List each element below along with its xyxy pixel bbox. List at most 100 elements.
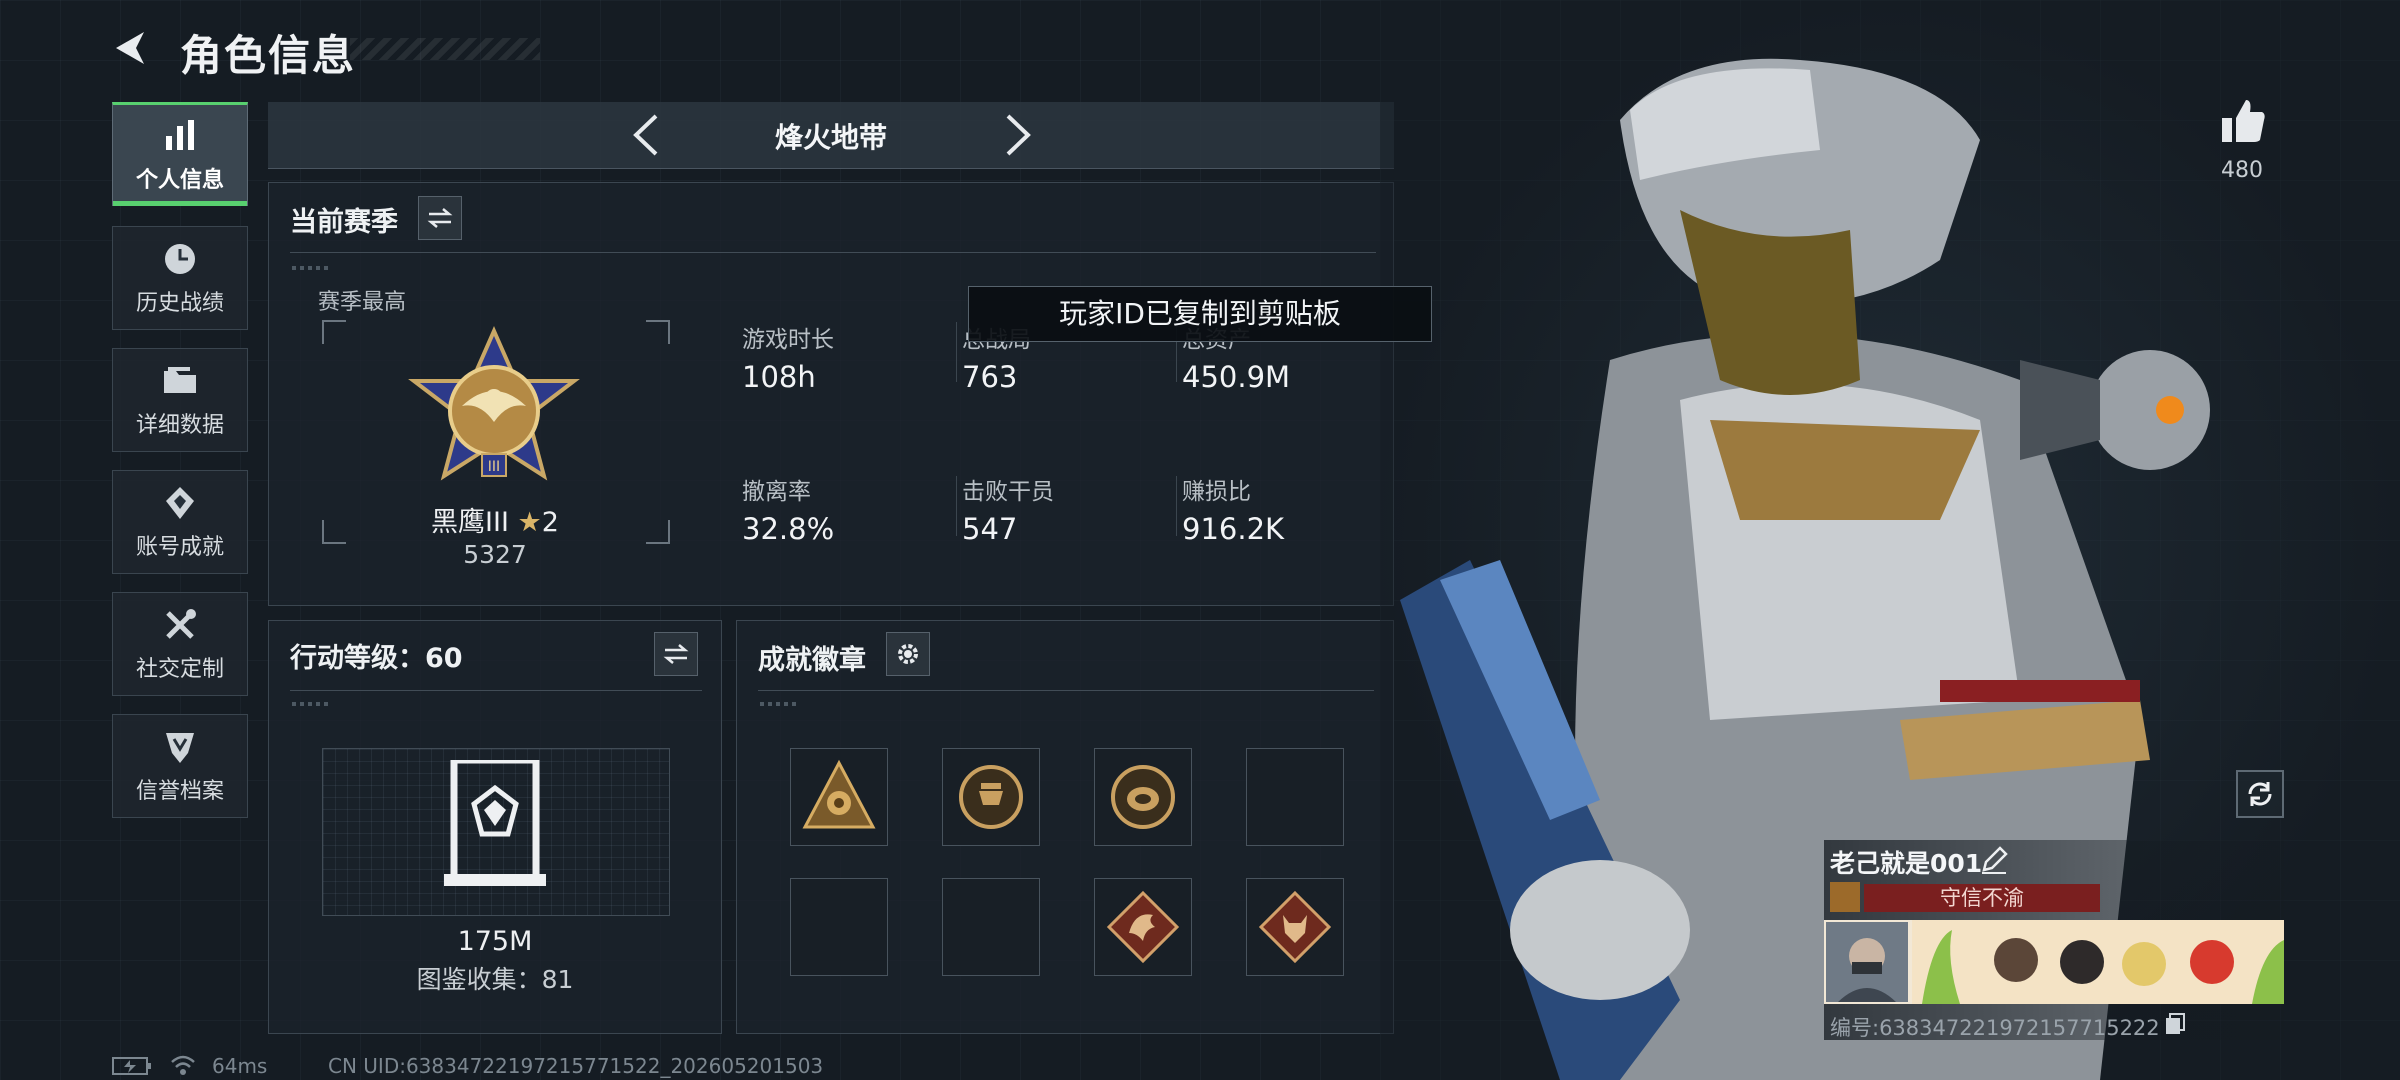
decoration [292,702,332,706]
copy-toast: 玩家ID已复制到剪贴板 [968,286,1432,342]
decoration [292,266,332,270]
frame-corner [646,320,670,344]
bar-chart-icon [166,120,194,150]
stat-label: 击败干员 [962,479,1054,505]
player-name: 老己就是001 [1830,849,1983,878]
collection-case-icon [444,760,546,886]
frame-corner [646,520,670,544]
player-id: 编号:638347221972157715222 [1830,1016,2160,1040]
divider [758,690,1374,691]
reputation-icon [166,733,194,763]
season-switch-button[interactable] [418,196,462,240]
sidebar-item-label: 社交定制 [135,657,224,682]
stat-label: 赚损比 [1182,479,1251,505]
sidebar-item-achievements[interactable]: 账号成就 [112,470,248,574]
badge-slot-empty[interactable] [942,878,1040,976]
badge-slot-empty[interactable] [790,878,888,976]
stat-value: 108h [742,360,816,394]
achievement-icon [166,487,194,519]
collection-value: 175M [457,926,533,957]
rank-stars: 2 [541,507,559,538]
like-count: 480 [2221,158,2263,183]
badge-slot-empty[interactable] [1246,748,1344,846]
badge-slot[interactable] [790,748,888,846]
clock-icon [165,244,195,274]
collection-count: 图鉴收集：81 [416,965,574,994]
sidebar-item-label: 详细数据 [135,413,224,438]
divider [956,322,957,382]
rank-medal-icon: III [408,326,580,481]
avatar-portrait-icon [1838,938,1896,1002]
badge-slot[interactable] [1246,878,1344,976]
thumbs-up-icon[interactable] [2218,96,2268,146]
title-decoration [350,38,540,60]
stat-value: 916.2K [1182,512,1285,546]
season-best-label: 赛季最高 [318,290,407,315]
badge-slot[interactable] [1094,878,1192,976]
badge-round-shell-icon [1111,765,1175,829]
badges-settings-button[interactable] [886,632,930,676]
stat-value: 547 [962,512,1018,546]
sidebar-item-detail-data[interactable]: 详细数据 [112,348,248,452]
frame-corner [322,320,346,344]
decoration [760,702,800,706]
action-level-title: 行动等级：60 [290,643,463,674]
divider [1176,476,1177,536]
swap-icon [663,644,689,664]
uid-text: CN UID:6383472219721577152‌2_20260520150… [328,1054,824,1078]
back-arrow-icon[interactable] [108,26,152,70]
badge-slot[interactable] [1094,748,1192,846]
stat-label: 游戏时长 [742,327,834,353]
divider [956,476,957,536]
sidebar-item-label: 个人信息 [135,168,224,193]
rank-name: 黑鹰III [431,507,509,538]
action-level-switch-button[interactable] [654,632,698,676]
sidebar-item-social-custom[interactable]: 社交定制 [112,592,248,696]
mode-name: 烽火地带 [774,121,887,154]
divider [290,690,702,691]
stat-value: 32.8% [742,512,835,546]
rotate-model-button[interactable] [2236,770,2284,818]
svg-text:III: III [488,459,500,475]
copy-icon[interactable] [2164,1012,2188,1036]
player-banner [1824,920,2284,1004]
ping-value: 64ms [212,1054,268,1078]
sidebar-item-label: 账号成就 [135,535,224,560]
season-title: 当前赛季 [290,207,398,238]
divider [290,252,1376,253]
next-mode-arrow-icon[interactable] [998,112,1038,158]
rank-line: 黑鹰III ★2 [400,500,590,539]
wifi-icon [171,1055,195,1075]
badge-round-mask-icon [959,765,1023,829]
tools-icon [166,609,196,639]
folder-icon [164,367,196,393]
sidebar-item-history[interactable]: 历史战绩 [112,226,248,330]
badge-slot[interactable] [942,748,1040,846]
sidebar-item-personal-info[interactable]: 个人信息 [112,102,248,206]
badge-dragon-diamond-icon [1106,890,1180,964]
stat-label: 撤离率 [742,479,811,505]
title-emblem-icon [1830,882,1860,912]
mode-selector: 烽火地带 [268,102,1394,169]
stat-value: 763 [962,360,1018,394]
player-avatar[interactable] [1826,922,1908,1002]
rank-star-icon: ★ [517,507,542,538]
sidebar-item-label: 历史战绩 [135,291,224,316]
player-title: 守信不渝 [1864,884,2100,912]
badge-triangle-emblem-icon [802,759,876,829]
badge-wolf-diamond-icon [1258,890,1332,964]
sidebar-item-label: 信誉档案 [135,779,224,804]
frame-corner [322,520,346,544]
player-card: 老己就是001 守信不渝 编号:638347221972157715222 [1824,840,2284,1040]
stat-value: 450.9M [1182,360,1291,394]
badges-title: 成就徽章 [758,645,866,676]
rank-points: 5327 [463,540,527,569]
edit-icon[interactable] [1980,846,2008,874]
banner-chibi-icons [1912,920,2284,1004]
gear-icon [898,644,918,664]
battery-icon [112,1057,151,1075]
sidebar-item-reputation[interactable]: 信誉档案 [112,714,248,818]
rotate-icon [2248,782,2272,806]
swap-icon [427,208,453,228]
page-title: 角色信息 [180,31,357,80]
